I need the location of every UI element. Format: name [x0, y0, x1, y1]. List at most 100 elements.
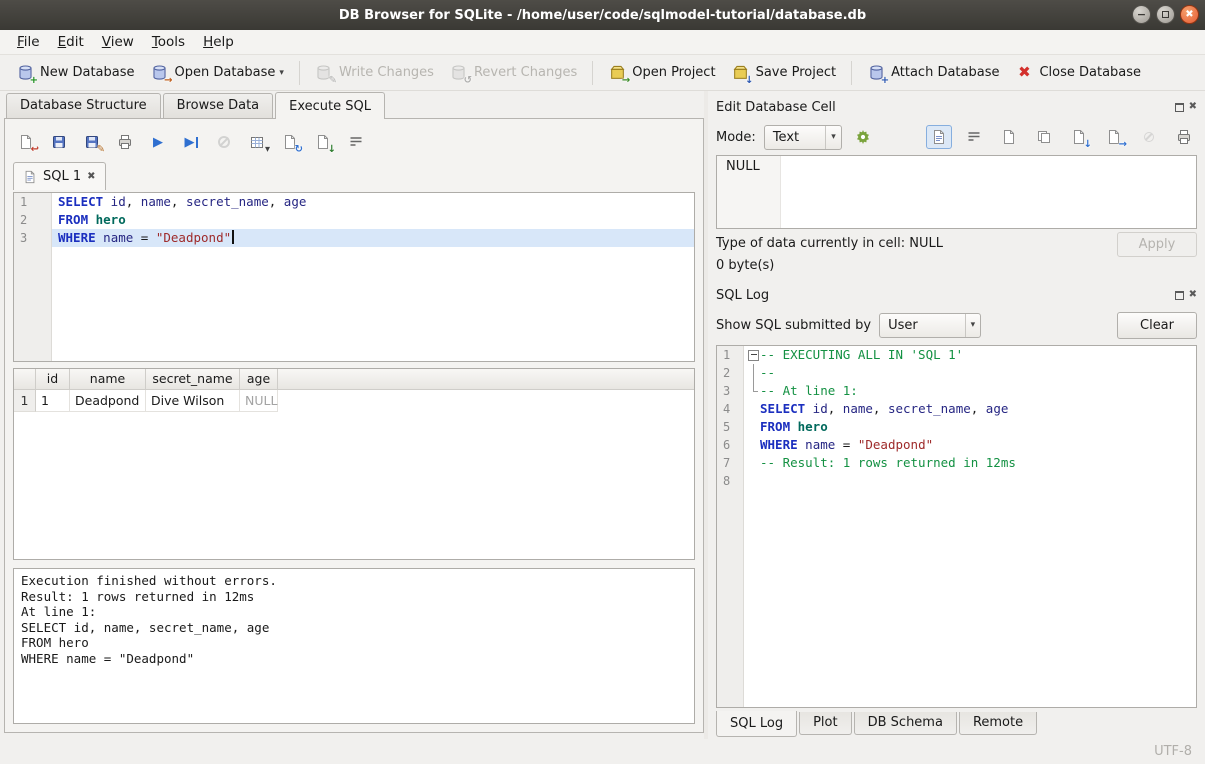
- word-wrap-button[interactable]: [961, 125, 987, 149]
- print-button[interactable]: [112, 130, 138, 154]
- cell-value-editor[interactable]: NULL: [716, 155, 1197, 229]
- line-number: 5: [717, 418, 743, 436]
- line-number: 1: [717, 346, 743, 364]
- menu-view[interactable]: View: [93, 31, 143, 53]
- save-sql-as-button[interactable]: ✎: [79, 130, 105, 154]
- execute-line-button[interactable]: ▶: [178, 130, 204, 154]
- row-header[interactable]: 1: [14, 390, 36, 412]
- copy-button[interactable]: [1031, 125, 1057, 149]
- sql-query-tab[interactable]: SQL 1 ✖: [13, 162, 106, 190]
- column-header-name[interactable]: name: [70, 369, 146, 390]
- tab-browse-data[interactable]: Browse Data: [163, 93, 274, 118]
- line-number: 2: [717, 364, 743, 382]
- open-query-tab-button[interactable]: ▾: [244, 130, 270, 154]
- copy-icon: [1035, 128, 1053, 146]
- table-cell[interactable]: NULL: [240, 390, 278, 412]
- fold-gutter: [746, 436, 760, 454]
- execute-all-button[interactable]: ▶: [145, 130, 171, 154]
- export-csv-button[interactable]: ↻: [277, 130, 303, 154]
- sql-tab-label: SQL 1: [43, 169, 81, 184]
- save-project-button[interactable]: ↓ Save Project: [724, 60, 845, 86]
- open-database-button[interactable]: → Open Database ▾: [143, 60, 292, 86]
- import-data-icon: ↓: [1070, 128, 1088, 146]
- sql-editor[interactable]: 123 SELECT id, name, secret_name, ageFRO…: [13, 192, 695, 362]
- save-results-button[interactable]: ↓: [310, 130, 336, 154]
- submitted-by-select[interactable]: User ▾: [879, 313, 981, 338]
- titlebar[interactable]: DB Browser for SQLite - /home/user/code/…: [0, 0, 1205, 30]
- text-view-button[interactable]: [926, 125, 952, 149]
- line-number: 8: [717, 472, 743, 490]
- word-wrap-button[interactable]: [343, 130, 369, 154]
- menu-tools[interactable]: Tools: [143, 31, 194, 53]
- code-line: --: [744, 364, 1196, 382]
- editor-code: SELECT id, name, secret_name, ageFROM he…: [52, 193, 694, 361]
- save-project-label: Save Project: [756, 65, 837, 80]
- close-tab-icon[interactable]: ✖: [87, 171, 95, 182]
- edit-cell-title: Edit Database Cell: [716, 100, 836, 115]
- execute-line-icon: ▶: [182, 133, 200, 151]
- auto-mode-button[interactable]: [850, 125, 876, 149]
- column-header-age[interactable]: age: [240, 369, 278, 390]
- float-dock-icon[interactable]: [1175, 103, 1184, 112]
- stop-button[interactable]: [211, 130, 237, 154]
- attach-database-button[interactable]: + Attach Database: [859, 60, 1007, 86]
- execute-sql-page: ↩ ✎ ▶ ▶ ▾ ↻ ↓ SQL 1 ✖ 123 SELECT id, name, sec…: [4, 118, 704, 733]
- fold-gutter: [746, 418, 760, 436]
- dock-tab-plot[interactable]: Plot: [799, 712, 852, 735]
- fold-marker-icon[interactable]: [746, 346, 760, 364]
- menu-edit[interactable]: Edit: [49, 31, 93, 53]
- open-sql-file-button[interactable]: ↩: [13, 130, 39, 154]
- dock-tab-remote[interactable]: Remote: [959, 712, 1037, 735]
- revert-changes-icon: ↺: [450, 64, 468, 82]
- maximize-button[interactable]: [1156, 5, 1175, 24]
- new-database-button[interactable]: + New Database: [8, 60, 143, 86]
- clear-button[interactable]: Clear: [1117, 312, 1197, 339]
- column-header-id[interactable]: id: [36, 369, 70, 390]
- sql-log-view[interactable]: 12345678 -- EXECUTING ALL IN 'SQL 1'----…: [716, 345, 1197, 708]
- float-dock-icon[interactable]: [1175, 291, 1184, 300]
- export-data-button[interactable]: →: [1101, 125, 1127, 149]
- cell-mode-row: Mode: Text ▾ ↓ →: [716, 119, 1197, 155]
- status-bar: UTF-8: [0, 739, 1205, 764]
- close-dock-icon[interactable]: ✖: [1189, 102, 1197, 112]
- open-project-button[interactable]: → Open Project: [600, 60, 723, 86]
- menu-file[interactable]: File: [8, 31, 49, 53]
- revert-changes-button[interactable]: ↺ Revert Changes: [442, 60, 585, 86]
- print-button[interactable]: [1171, 125, 1197, 149]
- log-line-numbers: 12345678: [717, 346, 744, 707]
- set-null-button[interactable]: [1136, 125, 1162, 149]
- dock-tab-sql-log[interactable]: SQL Log: [716, 711, 797, 737]
- apply-button[interactable]: Apply: [1117, 232, 1197, 257]
- dock-tab-db-schema[interactable]: DB Schema: [854, 712, 957, 735]
- sql-tab-bar: SQL 1 ✖: [13, 161, 695, 190]
- close-database-button[interactable]: ✖ Close Database: [1007, 60, 1149, 86]
- mode-label: Mode:: [716, 130, 756, 145]
- write-changes-button[interactable]: ✎ Write Changes: [307, 60, 442, 86]
- toolbar-separator: [299, 61, 300, 85]
- close-dock-icon[interactable]: ✖: [1189, 290, 1197, 300]
- open-database-label: Open Database: [175, 65, 276, 80]
- table-cell[interactable]: Dive Wilson: [146, 390, 240, 412]
- mode-select[interactable]: Text ▾: [764, 125, 842, 150]
- sql-toolbar: ↩ ✎ ▶ ▶ ▾ ↻ ↓: [13, 127, 695, 157]
- print-icon: [116, 133, 134, 151]
- json-view-icon: [1000, 128, 1018, 146]
- tab-database-structure[interactable]: Database Structure: [6, 93, 161, 118]
- cell-info: Type of data currently in cell: NULL 0 b…: [716, 229, 1197, 283]
- save-results-icon: ↓: [314, 133, 332, 151]
- table-cell[interactable]: Deadpond: [70, 390, 146, 412]
- json-view-button[interactable]: [996, 125, 1022, 149]
- results-grid[interactable]: idnamesecret_nameage11DeadpondDive Wilso…: [13, 368, 695, 560]
- save-sql-file-button[interactable]: [46, 130, 72, 154]
- table-cell[interactable]: 1: [36, 390, 70, 412]
- code-line: -- Result: 1 rows returned in 12ms: [744, 454, 1196, 472]
- chevron-down-icon: ▾: [965, 314, 981, 337]
- minimize-button[interactable]: −: [1132, 5, 1151, 24]
- import-data-button[interactable]: ↓: [1066, 125, 1092, 149]
- export-data-icon: →: [1105, 128, 1123, 146]
- tab-execute-sql[interactable]: Execute SQL: [275, 92, 385, 119]
- column-header-secret_name[interactable]: secret_name: [146, 369, 240, 390]
- open-database-dropdown-icon[interactable]: ▾: [279, 68, 284, 78]
- close-button[interactable]: ✖: [1180, 5, 1199, 24]
- menu-help[interactable]: Help: [194, 31, 243, 53]
